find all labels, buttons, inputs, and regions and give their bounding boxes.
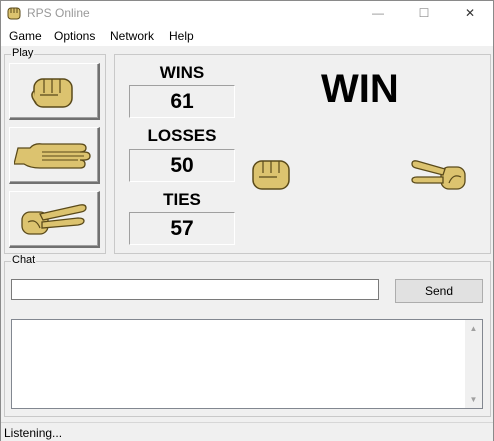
flat-hand-icon: [14, 143, 91, 169]
menu-help[interactable]: Help: [169, 29, 194, 43]
chat-log[interactable]: ▲ ▼: [11, 319, 483, 409]
chat-label: Chat: [11, 254, 37, 266]
menu-network[interactable]: Network: [110, 29, 154, 43]
wins-value: 61: [129, 85, 235, 118]
chat-scrollbar[interactable]: ▲ ▼: [465, 320, 482, 408]
wins-label: WINS: [159, 63, 205, 82]
close-button[interactable]: ✕: [447, 1, 493, 26]
send-button[interactable]: Send: [395, 279, 483, 303]
ties-label: TIES: [163, 190, 201, 209]
scissors-hand-icon: [21, 204, 87, 235]
app-window: RPS Online — ☐ ✕ Game Options Network He…: [0, 0, 494, 441]
menu-options[interactable]: Options: [54, 29, 95, 43]
title-bar[interactable]: RPS Online — ☐ ✕: [1, 1, 493, 26]
scroll-down-icon[interactable]: ▼: [465, 391, 482, 408]
player-fist-icon: [252, 160, 290, 190]
ties-value: 57: [129, 212, 235, 245]
paper-button[interactable]: [9, 127, 100, 184]
play-label: Play: [11, 47, 35, 59]
losses-value: 50: [129, 149, 235, 182]
window-title: RPS Online: [27, 6, 90, 20]
fist-icon: [31, 78, 73, 108]
chat-input[interactable]: [11, 279, 379, 300]
losses-label: LOSSES: [147, 126, 217, 145]
maximize-button[interactable]: ☐: [401, 1, 447, 26]
scissors-button[interactable]: [9, 191, 100, 248]
minimize-button[interactable]: —: [355, 1, 401, 26]
scroll-up-icon[interactable]: ▲: [465, 320, 482, 337]
opponent-scissors-icon: [411, 160, 466, 190]
rock-button[interactable]: [9, 63, 100, 120]
menu-game[interactable]: Game: [9, 29, 42, 43]
app-fist-icon: [7, 7, 21, 20]
status-bar: Listening...: [1, 422, 493, 441]
menu-bar: Game Options Network Help: [1, 26, 493, 46]
result-text: WIN: [321, 67, 399, 111]
status-text: Listening...: [4, 426, 63, 440]
